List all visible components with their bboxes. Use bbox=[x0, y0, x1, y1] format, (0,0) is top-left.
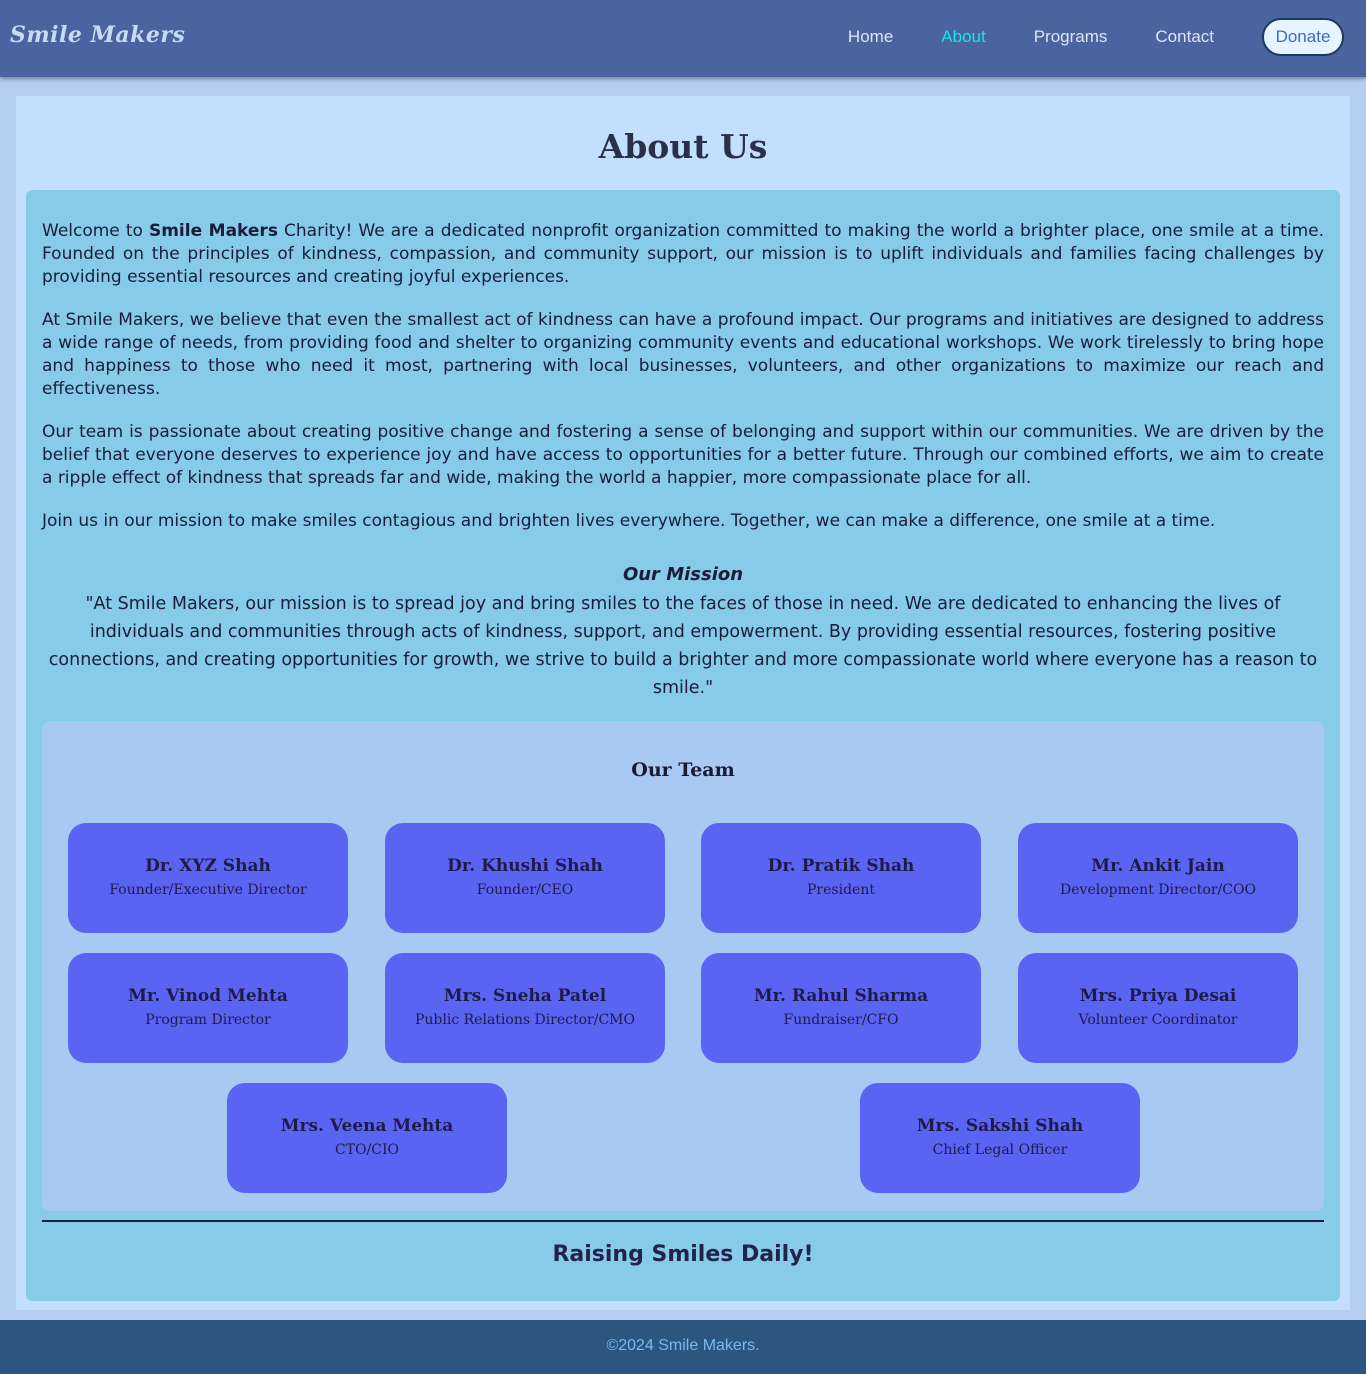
member-name: Mrs. Sneha Patel bbox=[443, 986, 607, 1006]
brand-logo[interactable]: Smile Makers bbox=[10, 22, 185, 48]
page-title: About Us bbox=[598, 127, 768, 166]
member-name: Dr. XYZ Shah bbox=[145, 856, 271, 876]
member-role: Founder/CEO bbox=[476, 882, 574, 898]
member-name: Mr. Rahul Sharma bbox=[753, 986, 929, 1006]
team-title: Our Team bbox=[631, 759, 735, 781]
about-paragraph: At Smile Makers, we believe that even th… bbox=[42, 310, 1324, 399]
member-name: Dr. Khushi Shah bbox=[447, 856, 603, 876]
member-role: Development Director/COO bbox=[1060, 882, 1256, 898]
about-content: Welcome to Smile Makers Charity! We are … bbox=[26, 190, 1340, 1301]
team-card: Mr. Rahul Sharma Fundraiser/CFO bbox=[701, 953, 981, 1063]
intro-paragraph: Welcome to Smile Makers Charity! We are … bbox=[42, 220, 1324, 289]
team-card: Mr. Ankit Jain Development Director/COO bbox=[1018, 823, 1298, 933]
donate-button[interactable]: Donate bbox=[1262, 18, 1344, 56]
about-paragraph: Our team is passionate about creating po… bbox=[42, 422, 1324, 488]
member-name: Mrs. Priya Desai bbox=[1079, 986, 1237, 1006]
team-card: Dr. Khushi Shah Founder/CEO bbox=[385, 823, 665, 933]
nav-menu: Home About Programs Contact Donate bbox=[848, 18, 1344, 56]
member-role: Fundraiser/CFO bbox=[783, 1012, 899, 1028]
member-name: Mrs. Veena Mehta bbox=[280, 1116, 454, 1136]
team-card: Mrs. Veena Mehta CTO/CIO bbox=[227, 1083, 507, 1193]
footer-copyright: ©2024 Smile Makers. bbox=[606, 1337, 760, 1354]
tagline: Raising Smiles Daily! bbox=[552, 1242, 814, 1267]
nav-link-about[interactable]: About bbox=[941, 18, 985, 56]
nav-link-home[interactable]: Home bbox=[848, 18, 893, 56]
team-section: Our Team Dr. XYZ Shah Founder/Executive … bbox=[42, 721, 1324, 1211]
member-role: Founder/Executive Director bbox=[109, 882, 307, 898]
footer: ©2024 Smile Makers. bbox=[0, 1320, 1366, 1374]
intro-prefix: Welcome to bbox=[42, 221, 149, 241]
member-role: Public Relations Director/CMO bbox=[415, 1012, 635, 1028]
member-name: Dr. Pratik Shah bbox=[767, 856, 915, 876]
team-card: Mrs. Sakshi Shah Chief Legal Officer bbox=[860, 1083, 1140, 1193]
team-card: Dr. XYZ Shah Founder/Executive Director bbox=[68, 823, 348, 933]
nav-link-contact[interactable]: Contact bbox=[1155, 18, 1214, 56]
member-name: Mr. Ankit Jain bbox=[1091, 856, 1225, 876]
team-card: Mrs. Priya Desai Volunteer Coordinator bbox=[1018, 953, 1298, 1063]
member-name: Mrs. Sakshi Shah bbox=[916, 1116, 1084, 1136]
team-card: Dr. Pratik Shah President bbox=[701, 823, 981, 933]
member-name: Mr. Vinod Mehta bbox=[128, 986, 288, 1006]
intro-highlight: Smile Makers bbox=[148, 221, 278, 241]
mission-text: "At Smile Makers, our mission is to spre… bbox=[48, 594, 1318, 698]
member-role: Program Director bbox=[145, 1012, 271, 1028]
team-card: Mr. Vinod Mehta Program Director bbox=[68, 953, 348, 1063]
mission-title: Our Mission bbox=[622, 564, 744, 585]
team-card: Mrs. Sneha Patel Public Relations Direct… bbox=[385, 953, 665, 1063]
about-paragraph: Join us in our mission to make smiles co… bbox=[42, 511, 1216, 531]
divider bbox=[42, 1220, 1324, 1222]
nav-link-programs[interactable]: Programs bbox=[1034, 18, 1108, 56]
navbar: Smile Makers Home About Programs Contact… bbox=[0, 0, 1366, 77]
member-role: Chief Legal Officer bbox=[932, 1142, 1068, 1158]
member-role: CTO/CIO bbox=[335, 1142, 399, 1158]
about-section: About Us Welcome to Smile Makers Charity… bbox=[16, 96, 1350, 1310]
member-role: President bbox=[807, 882, 875, 898]
member-role: Volunteer Coordinator bbox=[1078, 1012, 1238, 1028]
